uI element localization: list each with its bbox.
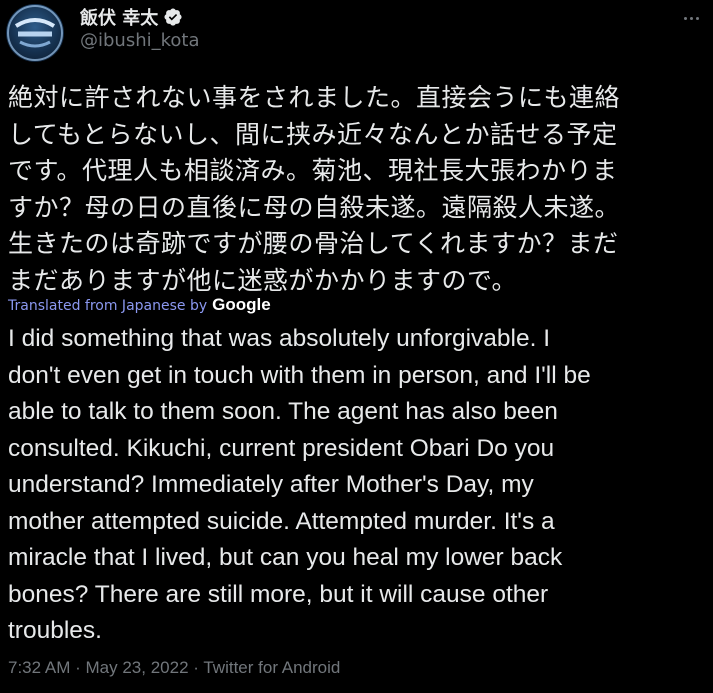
tweet-line: 絶対に許されない事をされました。直接会うにも連絡: [8, 83, 621, 112]
tweet-line: すか？母の日の直後に母の自殺未遂。遠隔殺人未遂。: [8, 192, 621, 222]
meta-separator: ·: [193, 658, 199, 677]
verified-badge-icon: [164, 8, 182, 26]
more-dot: [689, 16, 693, 20]
display-name[interactable]: 飯伏 幸太: [80, 4, 183, 30]
avatar[interactable]: [6, 4, 64, 62]
translation-line: don't even get in touch with them in per…: [8, 361, 591, 389]
tweet-line: まだありますが他に迷惑がかかりますので。: [8, 265, 518, 295]
translation-line: troubles.: [8, 617, 102, 644]
tweet-source: Twitter for Android: [203, 658, 341, 677]
tweet-text-japanese: 絶対に許されない事をされました。直接会うにも連絡 してもとらないし、間に挟み近々…: [8, 80, 708, 299]
translation-line: I did something that was absolutely unfo…: [8, 325, 551, 352]
tweet-header: 飯伏 幸太 @ibushi_kota: [0, 0, 713, 70]
more-dot: [695, 16, 699, 20]
tweet-line: です。代理人も相談済み。菊池、現社長大張わかりま: [8, 156, 618, 185]
translation-line: able to talk to them soon. The agent has…: [8, 398, 558, 425]
tweet-line: 生きたのは奇跡ですが腰の骨治してくれますか？まだ: [8, 229, 619, 258]
translated-from-label[interactable]: Translated from Japanese by: [8, 298, 207, 314]
translation-line: consulted. Kikuchi, current president Ob…: [8, 434, 555, 462]
tweet-date[interactable]: May 23, 2022: [86, 658, 189, 677]
user-handle[interactable]: @ibushi_kota: [80, 30, 200, 51]
display-name-text[interactable]: 飯伏 幸太: [80, 4, 158, 30]
translation-line: bones? There are still more, but it will…: [8, 580, 549, 608]
translation-line: miracle that I lived, but can you heal m…: [8, 544, 563, 571]
more-options-icon[interactable]: [676, 6, 706, 30]
meta-separator: ·: [75, 658, 81, 677]
google-logo: Google: [212, 295, 271, 314]
tweet-time[interactable]: 7:32 AM: [8, 658, 70, 677]
tweet-metadata: 7:32 AM · May 23, 2022 · Twitter for And…: [8, 658, 340, 678]
more-dot: [683, 16, 687, 20]
translation-line: mother attempted suicide. Attempted murd…: [8, 507, 555, 535]
translation-attribution[interactable]: Translated from Japanese by Google: [8, 295, 271, 315]
tweet-line: してもとらないし、間に挟み近々なんとか話せる予定: [8, 119, 618, 149]
translation-line: understand? Immediately after Mother's D…: [8, 471, 534, 498]
tweet-text-translation: I did something that was absolutely unfo…: [8, 321, 708, 650]
